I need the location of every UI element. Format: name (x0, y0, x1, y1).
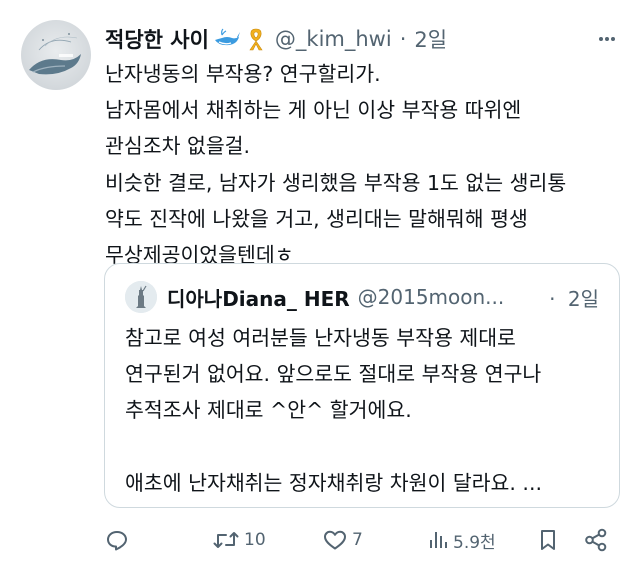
retweet-icon (213, 532, 239, 548)
quote-author-name[interactable]: 디아나Diana_ HER (167, 283, 350, 312)
reply-icon (107, 531, 127, 551)
quote-text: 참고로 여성 여러분들 난자냉동 부작용 제대로 연구된거 없어요. 앞으로도 … (125, 326, 542, 495)
author-name[interactable]: 적당한 사이 (105, 24, 209, 54)
quote-time[interactable]: 2일 (568, 287, 599, 311)
quote-header: 디아나Diana_ HER @2015moon... · 2일 (167, 281, 603, 313)
action-bar: 10 7 5.9천 (105, 522, 615, 558)
separator-dot: · (399, 27, 407, 51)
whale-icon (213, 28, 241, 50)
retweet-button[interactable]: 10 (212, 522, 266, 558)
whale-illustration-icon (29, 33, 81, 75)
more-icon[interactable] (592, 25, 622, 53)
bookmark-button[interactable] (536, 522, 560, 558)
quote-timestamp: · 2일 (549, 283, 599, 312)
share-icon (585, 528, 607, 552)
like-button[interactable]: 7 (322, 522, 363, 558)
quote-avatar[interactable] (125, 281, 157, 313)
views-count: 5.9천 (453, 532, 496, 553)
views-chart-icon (430, 532, 447, 548)
quote-author-handle[interactable]: @2015moon... (358, 285, 505, 309)
quote-separator-dot: · (549, 286, 556, 311)
avatar[interactable] (21, 20, 91, 90)
heart-icon (324, 530, 346, 550)
views-button[interactable]: 5.9천 (427, 522, 496, 558)
share-button[interactable] (583, 522, 609, 558)
author-handle[interactable]: @_kim_hwi (275, 27, 392, 51)
tweet-header: 적당한 사이 @_kim_hwi · 2일 (105, 22, 622, 56)
timestamp[interactable]: 2일 (414, 24, 447, 54)
like-count: 7 (352, 530, 363, 550)
retweet-count: 10 (244, 530, 266, 550)
ribbon-icon (245, 27, 267, 51)
quoted-tweet[interactable]: 디아나Diana_ HER @2015moon... · 2일 참고로 여성 여… (104, 263, 620, 508)
bookmark-icon (541, 530, 555, 550)
reply-button[interactable] (105, 522, 133, 558)
statue-icon (125, 281, 157, 313)
tweet-text: 난자냉동의 부작용? 연구할리가. 남자몸에서 채취하는 게 아닌 이상 부작용… (105, 62, 567, 268)
